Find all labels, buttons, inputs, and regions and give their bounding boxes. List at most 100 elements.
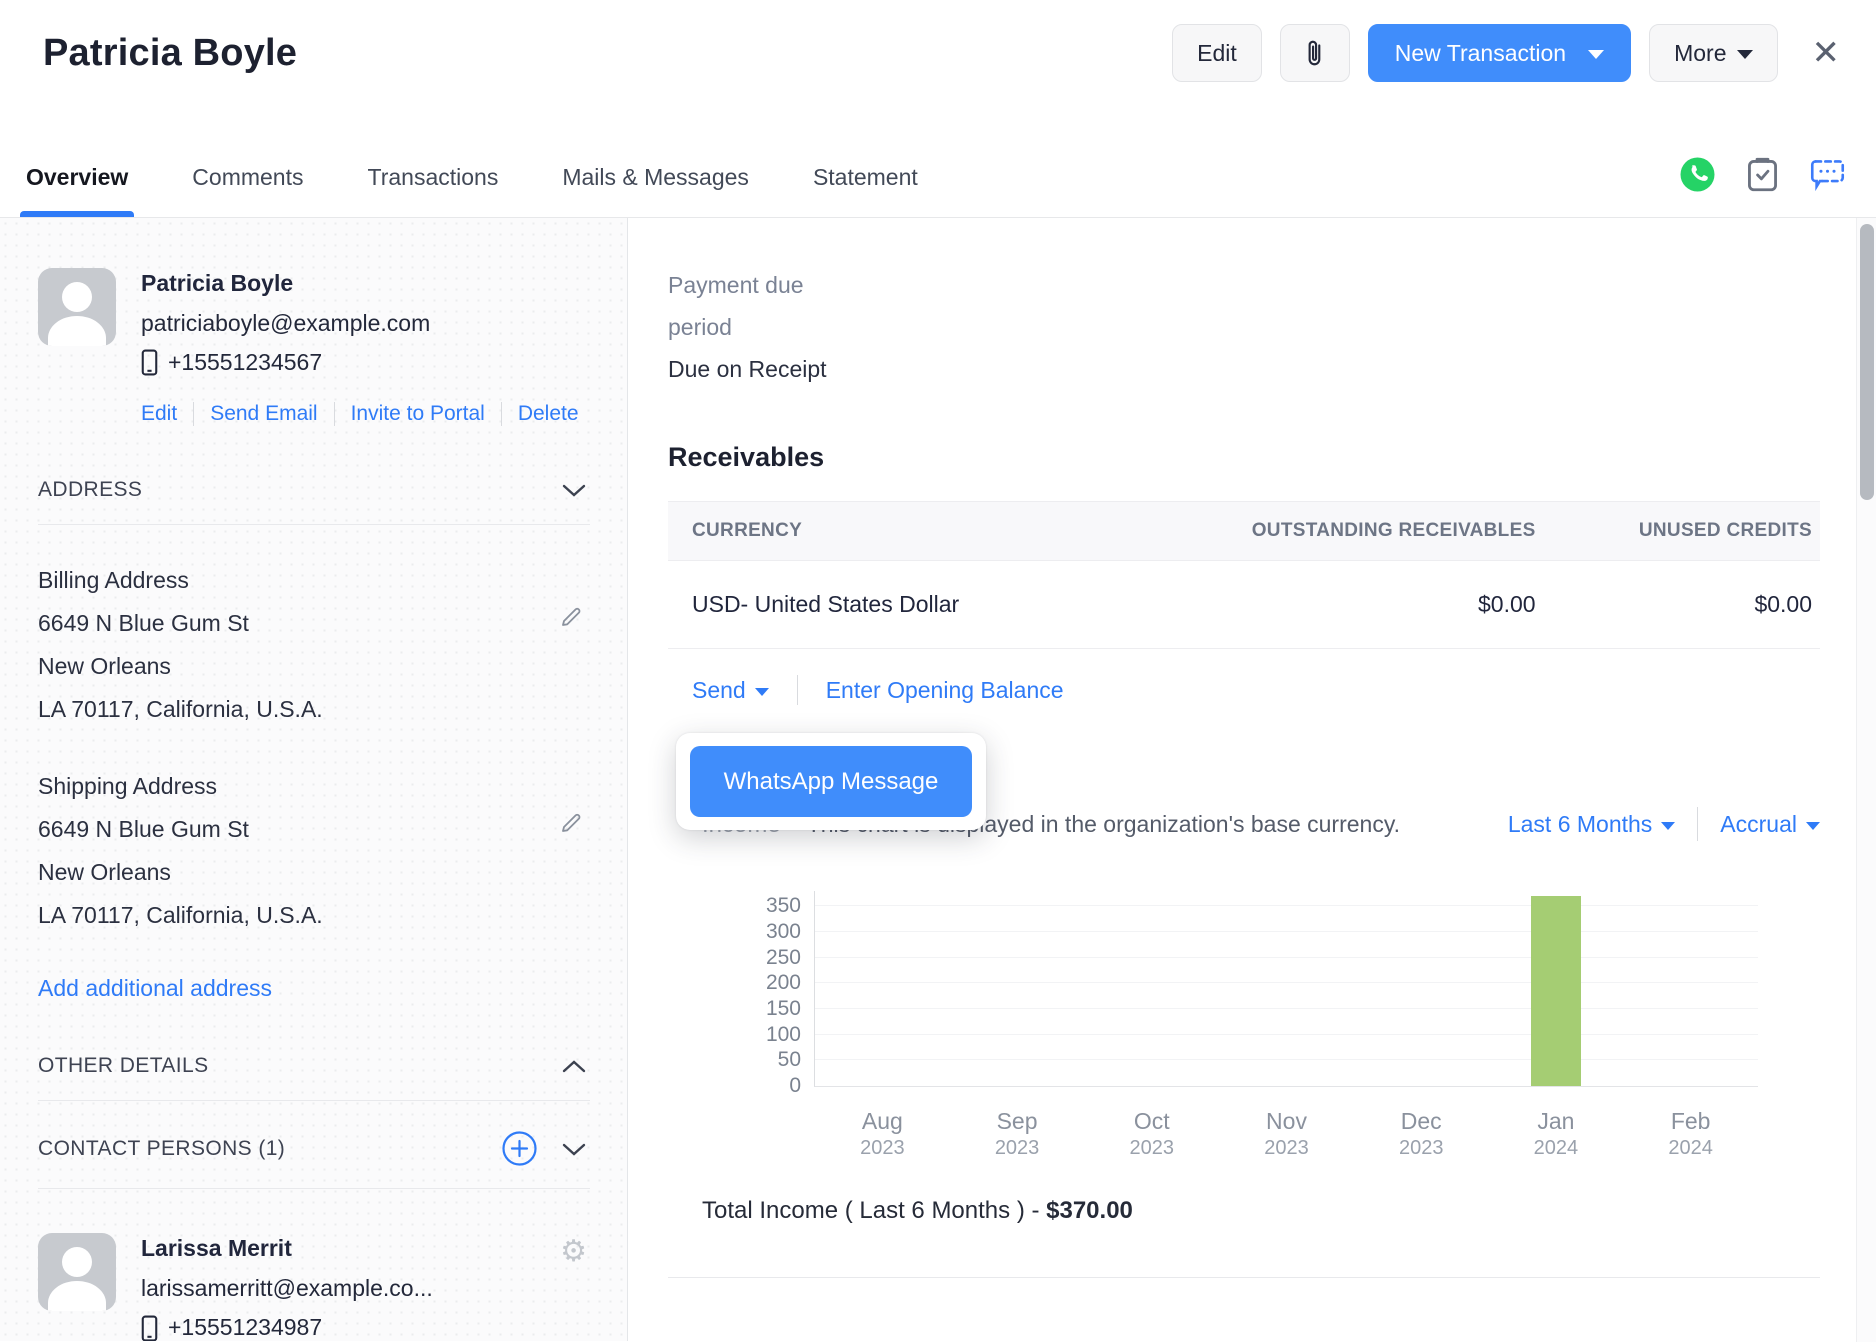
divider	[334, 402, 335, 426]
contact-person-card: Larissa Merrit larissamerritt@example.co…	[38, 1233, 587, 1341]
send-email-link[interactable]: Send Email	[210, 402, 317, 426]
contact-person-avatar	[38, 1233, 116, 1311]
billing-address-block: Billing Address 6649 N Blue Gum St New O…	[38, 559, 587, 731]
table-header-row: CURRENCY OUTSTANDING RECEIVABLES UNUSED …	[668, 502, 1820, 561]
enter-opening-balance-link[interactable]: Enter Opening Balance	[826, 677, 1064, 704]
tab-comments[interactable]: Comments	[190, 164, 305, 217]
contact-avatar	[38, 268, 116, 346]
y-axis-tick: 100	[766, 1023, 815, 1047]
chat-notes-icon[interactable]	[1809, 157, 1846, 192]
range-dropdown-button[interactable]: Last 6 Months	[1508, 811, 1675, 838]
scrollbar-thumb[interactable]	[1860, 224, 1874, 500]
tab-statement[interactable]: Statement	[811, 164, 920, 217]
gridline	[815, 1034, 1758, 1035]
chevron-up-icon[interactable]	[561, 1057, 587, 1075]
divider	[38, 1100, 590, 1101]
edit-billing-address-button[interactable]	[559, 605, 583, 629]
gridline	[815, 931, 1758, 932]
divider	[501, 402, 502, 426]
chevron-down-icon	[1588, 50, 1604, 59]
attachment-button[interactable]	[1280, 24, 1350, 82]
shipping-address-line3: LA 70117, California, U.S.A.	[38, 894, 587, 937]
close-button[interactable]: ✕	[1806, 30, 1847, 76]
edit-contact-link[interactable]: Edit	[141, 402, 177, 426]
edit-shipping-address-button[interactable]	[559, 811, 583, 835]
topbar: Patricia Boyle Edit New Transaction More…	[0, 0, 1876, 120]
chevron-down-icon[interactable]	[561, 1140, 587, 1158]
contact-person-info: Larissa Merrit larissamerritt@example.co…	[141, 1233, 433, 1341]
edit-button[interactable]: Edit	[1172, 24, 1262, 82]
total-income-row: Total Income ( Last 6 Months ) - $370.00	[668, 1197, 1820, 1225]
address-section-header[interactable]: ADDRESS	[38, 478, 587, 502]
new-transaction-button[interactable]: New Transaction	[1368, 24, 1631, 82]
gridline	[815, 1085, 1758, 1086]
total-income-value: $370.00	[1046, 1197, 1133, 1224]
y-axis-tick: 200	[766, 971, 815, 995]
new-transaction-label: New Transaction	[1395, 40, 1566, 67]
whatsapp-icon[interactable]	[1679, 156, 1716, 193]
send-dropdown-button[interactable]: Send	[692, 677, 769, 704]
tasks-clipboard-icon[interactable]	[1746, 156, 1779, 193]
payment-due-value: Due on Receipt	[668, 348, 1820, 390]
whatsapp-message-button[interactable]: WhatsApp Message	[690, 746, 972, 817]
gridline	[815, 1008, 1758, 1009]
divider	[38, 1188, 590, 1189]
shipping-address-label: Shipping Address	[38, 765, 587, 808]
total-income-prefix: Total Income ( Last 6 Months ) -	[702, 1197, 1046, 1224]
tabs: Overview Comments Transactions Mails & M…	[24, 164, 920, 217]
send-label: Send	[692, 677, 746, 704]
contact-card: Patricia Boyle patriciaboyle@example.com…	[38, 268, 587, 376]
billing-address-label: Billing Address	[38, 559, 587, 602]
send-dropdown-popup: WhatsApp Message	[676, 733, 986, 830]
income-chart-plot: 050100150200250300350Aug2023Sep2023Oct20…	[814, 891, 1758, 1087]
basis-dropdown-button[interactable]: Accrual	[1720, 811, 1820, 838]
tab-mails-messages[interactable]: Mails & Messages	[560, 164, 751, 217]
gear-icon[interactable]: ⚙	[560, 1237, 587, 1267]
chevron-down-icon[interactable]	[561, 481, 587, 499]
contact-person-name: Larissa Merrit	[141, 1235, 433, 1262]
column-unused-credits: UNUSED CREDITS	[1544, 502, 1820, 561]
column-currency: CURRENCY	[668, 502, 1105, 561]
main-panel: Payment due period Due on Receipt Receiv…	[628, 218, 1876, 1341]
billing-address-line1: 6649 N Blue Gum St	[38, 602, 587, 645]
y-axis-tick: 300	[766, 920, 815, 944]
more-button[interactable]: More	[1649, 24, 1777, 82]
contact-person-phone: +15551234987	[168, 1314, 322, 1341]
contact-action-links: Edit Send Email Invite to Portal Delete	[141, 402, 587, 426]
contact-persons-section-header[interactable]: CONTACT PERSONS (1)	[38, 1131, 587, 1166]
scrollbar-track[interactable]	[1856, 218, 1876, 1342]
contact-name: Patricia Boyle	[141, 270, 430, 297]
x-axis-tick: Feb2024	[1668, 1108, 1713, 1160]
income-bar-jan-2024[interactable]	[1531, 896, 1581, 1086]
add-contact-person-icon[interactable]	[502, 1131, 537, 1166]
chevron-down-icon	[1737, 50, 1753, 59]
mobile-phone-icon	[141, 1313, 158, 1341]
chevron-down-icon	[1661, 822, 1675, 830]
mobile-phone-icon	[141, 348, 158, 376]
tab-transactions[interactable]: Transactions	[366, 164, 501, 217]
contact-persons-header-icons	[502, 1131, 587, 1166]
gridline	[815, 957, 1758, 958]
tabs-bar: Overview Comments Transactions Mails & M…	[0, 120, 1876, 218]
cell-outstanding: $0.00	[1105, 561, 1543, 649]
invite-to-portal-link[interactable]: Invite to Portal	[351, 402, 485, 426]
chevron-down-icon	[755, 688, 769, 696]
y-axis-tick: 0	[789, 1074, 815, 1098]
billing-address-line2: New Orleans	[38, 645, 587, 688]
sidebar: Patricia Boyle patriciaboyle@example.com…	[0, 218, 628, 1341]
pencil-icon	[559, 609, 583, 624]
y-axis-tick: 350	[766, 894, 815, 918]
other-details-title: OTHER DETAILS	[38, 1054, 209, 1078]
tab-overview[interactable]: Overview	[24, 164, 130, 217]
x-axis-tick: Oct2023	[1130, 1108, 1175, 1160]
contact-person-email: larissamerritt@example.co...	[141, 1275, 433, 1302]
x-axis-tick: Aug2023	[860, 1108, 905, 1160]
payment-due-label-line1: Payment due	[668, 264, 1820, 306]
contact-persons-title: CONTACT PERSONS (1)	[38, 1137, 285, 1161]
add-additional-address-link[interactable]: Add additional address	[38, 975, 272, 1002]
other-details-section-header[interactable]: OTHER DETAILS	[38, 1054, 587, 1078]
divider	[38, 524, 590, 525]
y-axis-tick: 50	[778, 1048, 815, 1072]
payment-due-block: Payment due period Due on Receipt	[668, 264, 1820, 390]
delete-contact-link[interactable]: Delete	[518, 402, 579, 426]
